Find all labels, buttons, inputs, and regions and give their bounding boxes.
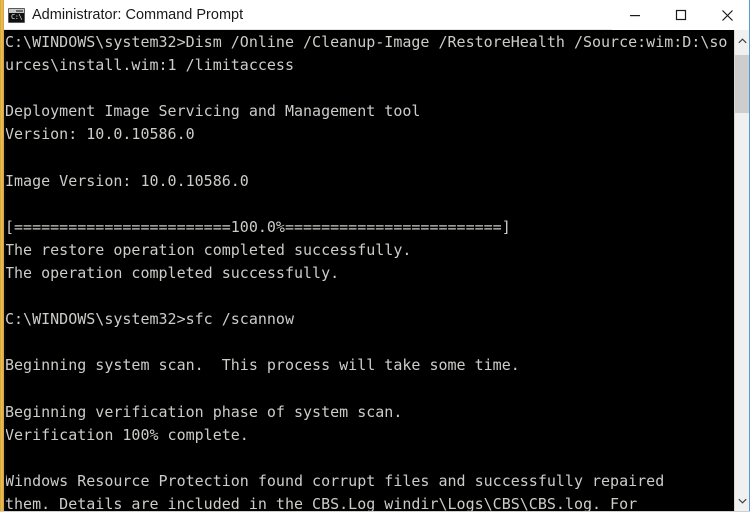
scrollbar-track[interactable] [735,52,750,490]
window-title: Administrator: Command Prompt [32,7,244,23]
minimize-button[interactable] [612,0,658,30]
scrollbar-thumb[interactable] [735,55,750,113]
title-bar-left-group: C:\ Administrator: Command Prompt [8,0,243,30]
icon-prompt-glyph: C:\ [11,12,23,21]
chevron-up-icon[interactable] [735,30,750,52]
window-left-accent-border [0,0,4,512]
command-prompt-icon: C:\ [8,7,25,23]
console-output-area[interactable]: C:\WINDOWS\system32>Dism /Online /Cleanu… [4,30,734,512]
console-text: C:\WINDOWS\system32>Dism /Online /Cleanu… [5,33,728,512]
chevron-down-icon[interactable] [735,490,750,512]
title-bar[interactable]: C:\ Administrator: Command Prompt [0,0,750,30]
window-controls [612,0,750,30]
vertical-scrollbar[interactable] [734,30,750,512]
window-left-inner-edge [4,30,6,512]
close-button[interactable] [704,0,750,30]
command-prompt-window: C:\ Administrator: Command Prompt C:\WIN… [0,0,750,512]
maximize-button[interactable] [658,0,704,30]
